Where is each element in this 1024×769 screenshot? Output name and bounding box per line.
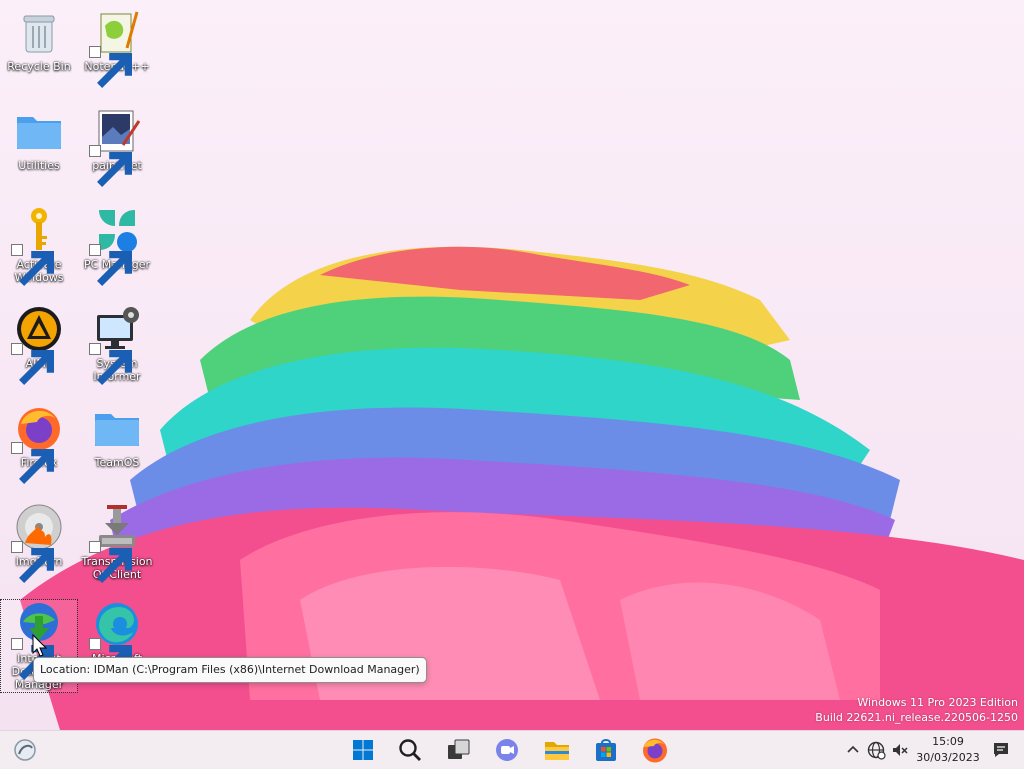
desktop-icon-utilities[interactable]: Utilities [1,107,77,172]
shortcut-arrow-icon [11,442,54,484]
transmission-icon [89,503,141,583]
desktop-icon-teamos[interactable]: TeamOS [79,404,155,469]
paint-net-icon [89,107,141,187]
location-tooltip: Location: IDMan (C:\Program Files (x86)\… [33,657,427,683]
file-explorer-button[interactable] [542,735,572,765]
desktop-icon-imgburn[interactable]: ImgBurn [1,503,77,583]
desktop-icon-label: Recycle Bin [7,60,71,73]
watermark-build: Build 22621.ni_release.220506-1250 [815,711,1018,724]
firefox-icon [643,738,667,763]
windows-start-icon [353,740,373,760]
desktop-icon-paint-net[interactable]: paint.net [79,107,155,187]
shortcut-arrow-icon [89,638,132,680]
start-button[interactable] [348,735,378,765]
desktop[interactable]: Recycle Bin Utilities Activate Windows A… [0,0,1024,730]
notification-center-button[interactable] [990,739,1012,761]
folder-icon [93,404,141,452]
network-button[interactable] [865,739,887,761]
folder-icon [15,107,63,155]
desktop-icon-firefox[interactable]: Firefox [1,404,77,484]
task-view-button[interactable] [444,735,474,765]
pc-manager-icon [89,206,141,286]
desktop-icon-transmission[interactable]: Transmission Qt Client [79,503,155,583]
microsoft-store-button[interactable] [591,735,621,765]
microsoft-store-icon [596,739,616,761]
mouse-cursor-icon [32,634,48,657]
system-informer-icon [89,305,141,385]
notification-icon [994,743,1008,757]
chevron-up-icon [847,745,859,753]
recycle-bin-icon [15,8,63,56]
desktop-icon-aimp[interactable]: AIMP [1,305,77,385]
widgets-button[interactable] [10,735,40,765]
notepad-plus-plus-icon [89,8,141,88]
shortcut-arrow-icon [11,343,54,385]
teams-chat-icon [496,739,518,761]
shortcut-arrow-icon [89,46,132,88]
desktop-icon-pc-manager[interactable]: PC Manager [79,206,155,286]
search-button[interactable] [395,735,425,765]
shortcut-arrow-icon [89,244,132,286]
windows-edition-watermark: Windows 11 Pro 2023 Edition Build 22621.… [815,695,1018,725]
desktop-icon-notepad-plus-plus[interactable]: Notepad++ [79,8,155,88]
teams-chat-button[interactable] [492,735,522,765]
imgburn-icon [11,503,63,583]
task-view-icon [448,739,470,759]
watermark-edition: Windows 11 Pro 2023 Edition [857,696,1018,709]
edge-icon [89,600,141,680]
aimp-icon [11,305,63,385]
show-hidden-icons-button[interactable] [842,739,864,761]
desktop-icon-system-informer[interactable]: System Informer [79,305,155,385]
desktop-icon-recycle-bin[interactable]: Recycle Bin [1,8,77,73]
shortcut-arrow-icon [11,244,54,286]
search-icon [399,739,421,761]
file-explorer-icon [545,742,569,760]
system-clock[interactable]: 15:09 30/03/2023 [912,734,984,766]
taskbar: 15:09 30/03/2023 [0,730,1024,769]
shortcut-arrow-icon [11,638,54,680]
firefox-icon [11,404,63,484]
shortcut-arrow-icon [89,541,132,583]
shortcut-arrow-icon [89,145,132,187]
shortcut-arrow-icon [89,343,132,385]
clock-date: 30/03/2023 [916,751,980,764]
desktop-icon-label: Utilities [18,159,60,172]
widgets-icon [14,739,36,761]
clock-time: 15:09 [932,735,964,748]
network-globe-icon [867,741,886,760]
shortcut-arrow-icon [11,541,54,583]
desktop-icon-activate-windows[interactable]: Activate Windows [1,206,77,286]
key-icon [11,206,63,286]
desktop-icon-label: TeamOS [94,456,140,469]
speaker-muted-icon [893,744,908,756]
firefox-taskbar-button[interactable] [640,735,670,765]
volume-button[interactable] [889,739,911,761]
